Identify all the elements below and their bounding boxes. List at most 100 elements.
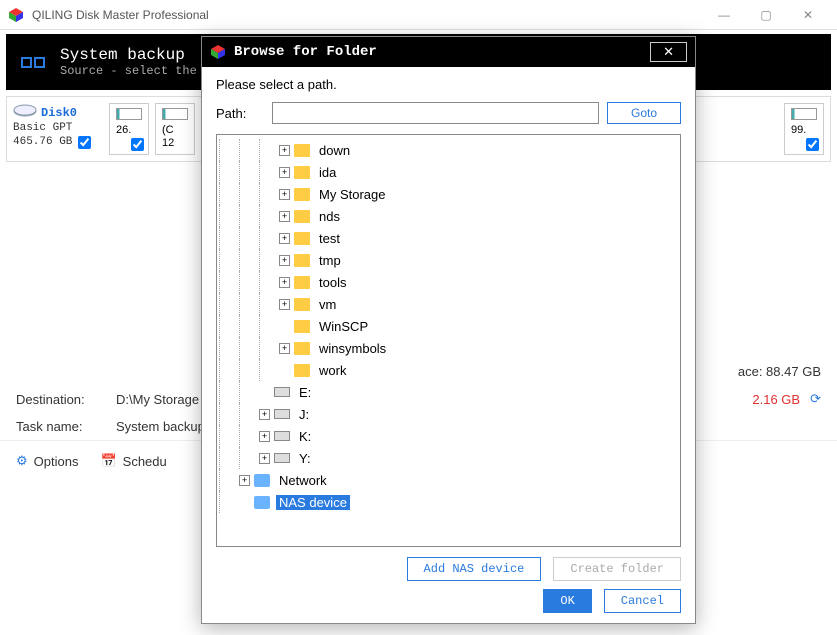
tree-item[interactable]: NAS device — [219, 491, 678, 513]
dialog-close-button[interactable]: ✕ — [650, 42, 687, 62]
expand-icon[interactable]: + — [279, 189, 290, 200]
tree-item-label: K: — [296, 429, 314, 444]
tree-item[interactable]: +J: — [219, 403, 678, 425]
folder-icon — [294, 342, 310, 355]
folder-icon — [294, 188, 310, 201]
expand-icon[interactable]: + — [259, 431, 270, 442]
dialog-titlebar: Browse for Folder ✕ — [202, 37, 695, 67]
dialog-title: Browse for Folder — [234, 44, 650, 60]
tree-item[interactable]: +down — [219, 139, 678, 161]
tree-item[interactable]: work — [219, 359, 678, 381]
expand-icon[interactable]: + — [259, 409, 270, 420]
options-label: Options — [34, 454, 79, 469]
tree-item[interactable]: +tools — [219, 271, 678, 293]
tree-item[interactable]: WinSCP — [219, 315, 678, 337]
tree-item-label: test — [316, 231, 343, 246]
tree-item[interactable]: + Y: — [219, 447, 678, 469]
path-row: Path: Goto — [216, 102, 681, 124]
tree-item-label: Network — [276, 473, 330, 488]
folder-icon — [294, 364, 310, 377]
path-input[interactable] — [272, 102, 599, 124]
drive-icon — [274, 453, 290, 463]
options-link[interactable]: ⚙ Options — [16, 453, 78, 469]
window-titlebar: QILING Disk Master Professional — ▢ ✕ — [0, 0, 837, 30]
add-nas-button[interactable]: Add NAS device — [407, 557, 542, 581]
tree-item[interactable]: + K: — [219, 425, 678, 447]
partition-checkbox[interactable] — [131, 138, 144, 151]
partition-box-1[interactable]: (C 12 — [155, 103, 195, 155]
tree-item[interactable]: +nds — [219, 205, 678, 227]
tree-item-label: NAS device — [276, 495, 350, 510]
refresh-icon[interactable]: ⟳ — [810, 391, 821, 407]
folder-icon — [294, 276, 310, 289]
folder-tree[interactable]: +down+ida+My Storage+nds+test+tmp+tools+… — [216, 134, 681, 547]
calendar-icon: 📅 — [100, 453, 116, 469]
partition-checkbox[interactable] — [806, 138, 819, 151]
tree-item[interactable]: + winsymbols — [219, 337, 678, 359]
dialog-icon — [210, 44, 226, 60]
partition-label: (C — [162, 124, 174, 136]
disk-name: Disk0 — [41, 106, 77, 120]
folder-icon — [294, 166, 310, 179]
tree-item[interactable]: + test — [219, 227, 678, 249]
free-space-label: ace: 88.47 GB — [738, 364, 821, 379]
tree-item[interactable]: + ida — [219, 161, 678, 183]
expand-icon[interactable]: + — [279, 255, 290, 266]
folder-icon — [294, 232, 310, 245]
header-title: System backup — [60, 46, 197, 64]
tree-item-label: tmp — [316, 253, 344, 268]
ok-button[interactable]: OK — [543, 589, 591, 613]
tree-item-label: work — [316, 363, 349, 378]
expand-icon[interactable]: + — [279, 343, 290, 354]
close-button[interactable]: ✕ — [787, 0, 829, 30]
tree-item-label: My Storage — [316, 187, 388, 202]
tree-item[interactable]: + Network — [219, 469, 678, 491]
net-icon — [254, 474, 270, 487]
tree-item-label: ida — [316, 165, 339, 180]
tree-item-label: WinSCP — [316, 319, 371, 334]
disk-icon — [13, 103, 37, 122]
schedule-link[interactable]: 📅 Schedu — [100, 453, 166, 469]
partition-box-0[interactable]: 26. — [109, 103, 149, 155]
disk-info: Disk0 Basic GPT 465.76 GB — [13, 103, 103, 155]
create-folder-button[interactable]: Create folder — [553, 557, 681, 581]
folder-icon — [294, 298, 310, 311]
gear-icon: ⚙ — [16, 453, 28, 469]
destination-value: D:\My Storage — [116, 392, 199, 407]
expand-icon[interactable]: + — [279, 233, 290, 244]
drive-icon — [274, 409, 290, 419]
window-title: QILING Disk Master Professional — [32, 8, 703, 22]
header-subtitle: Source - select the — [60, 64, 197, 78]
net-icon — [254, 496, 270, 509]
minimize-button[interactable]: — — [703, 0, 745, 30]
destination-label: Destination: — [16, 392, 116, 407]
tree-item-label: Y: — [296, 451, 314, 466]
task-name-value: System backup — [116, 419, 205, 434]
partition-sub: 12 — [162, 137, 174, 149]
partition-label: 99. — [791, 124, 806, 136]
tree-item[interactable]: E: — [219, 381, 678, 403]
expand-icon[interactable]: + — [279, 211, 290, 222]
size-needed: 2.16 GB — [752, 392, 800, 407]
goto-button[interactable]: Goto — [607, 102, 681, 124]
expand-icon[interactable]: + — [239, 475, 250, 486]
tree-item[interactable]: + tmp — [219, 249, 678, 271]
tree-item[interactable]: + My Storage — [219, 183, 678, 205]
drive-icon — [274, 431, 290, 441]
system-backup-icon — [18, 47, 48, 77]
task-name-label: Task name: — [16, 419, 116, 434]
tree-item-label: winsymbols — [316, 341, 389, 356]
maximize-button[interactable]: ▢ — [745, 0, 787, 30]
expand-icon[interactable]: + — [279, 277, 290, 288]
expand-icon[interactable]: + — [279, 299, 290, 310]
browse-folder-dialog: Browse for Folder ✕ Please select a path… — [201, 36, 696, 624]
expand-icon[interactable]: + — [259, 453, 270, 464]
schedule-label: Schedu — [123, 454, 167, 469]
partition-box-2[interactable]: 99. — [784, 103, 824, 155]
dialog-cancel-button[interactable]: Cancel — [604, 589, 681, 613]
expand-icon[interactable]: + — [279, 145, 290, 156]
disk-checkbox[interactable] — [78, 136, 91, 149]
tree-item[interactable]: +vm — [219, 293, 678, 315]
app-icon — [8, 7, 24, 23]
expand-icon[interactable]: + — [279, 167, 290, 178]
